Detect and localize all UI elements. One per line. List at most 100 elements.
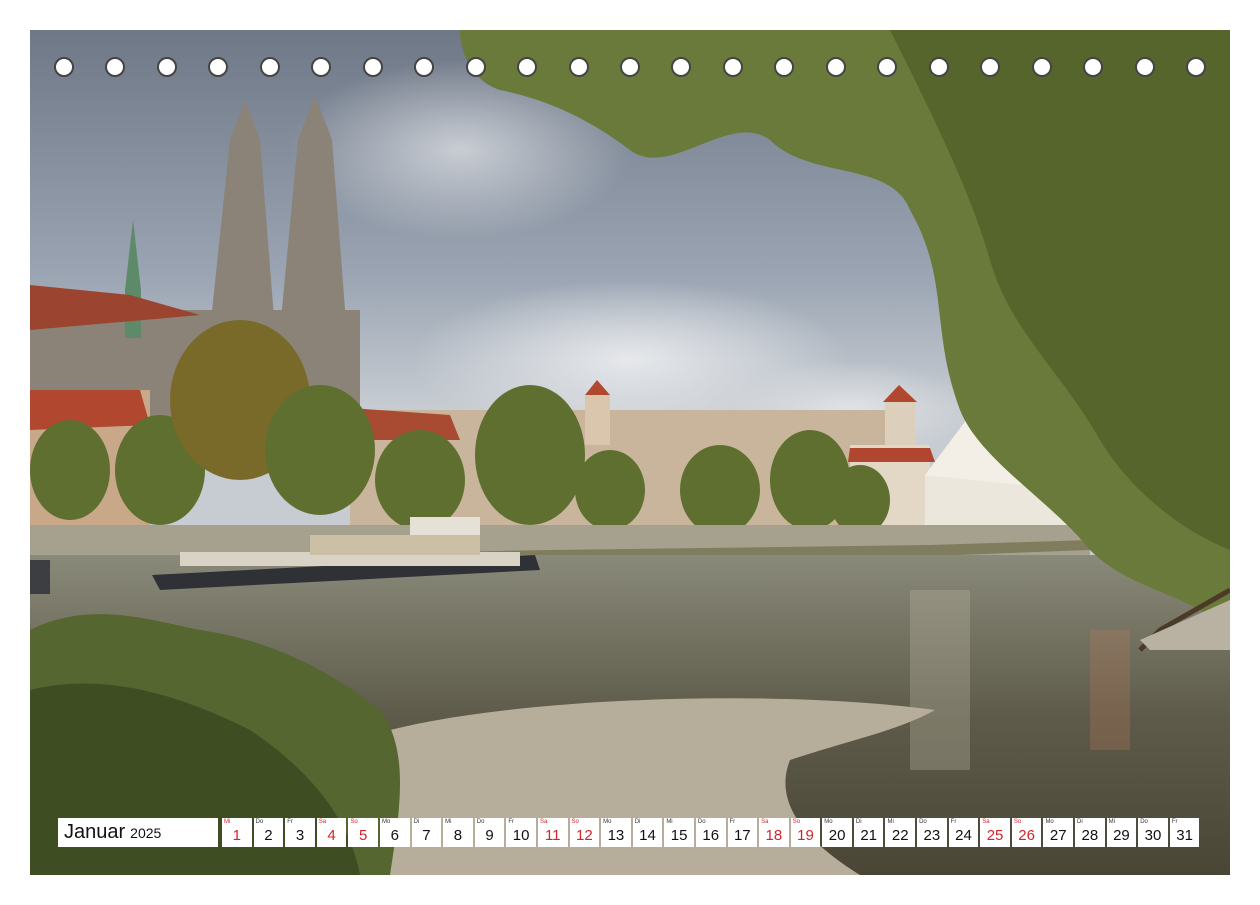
day-number: 12 [575, 827, 593, 844]
day-number: 21 [860, 827, 878, 844]
day-number: 24 [955, 827, 972, 844]
day-number: 8 [453, 827, 463, 844]
weekday-label: Mi [887, 819, 894, 825]
day-number: 22 [891, 827, 909, 844]
day-number: 16 [702, 827, 720, 844]
day-cell: Mi 22 [885, 818, 916, 847]
day-number: 5 [359, 827, 368, 844]
day-number: 13 [607, 827, 625, 844]
day-cell: So 19 [790, 818, 821, 847]
day-number: 27 [1049, 827, 1067, 844]
weekday-label: Sa [318, 819, 327, 825]
day-cell: Do 23 [917, 818, 947, 847]
weekday-label: Mi [1108, 819, 1115, 825]
weekday-label: Di [634, 819, 641, 825]
weekday-label: Mi [224, 819, 231, 825]
day-cell: Di 21 [853, 818, 884, 847]
day-cell: Di 14 [632, 818, 663, 847]
day-cell: Sa 18 [759, 818, 789, 847]
weekday-label: Sa [539, 819, 548, 825]
day-cell: Fr 24 [948, 818, 979, 847]
weekday-label: Fr [287, 819, 293, 825]
day-number: 19 [797, 827, 814, 844]
weekday-label: So [350, 819, 358, 825]
day-number: 9 [485, 827, 494, 844]
day-cell: Do 30 [1138, 818, 1168, 847]
day-cell: Do 16 [695, 818, 726, 847]
day-number: 30 [1144, 827, 1162, 844]
day-number: 29 [1113, 827, 1130, 844]
day-number: 18 [765, 827, 783, 844]
day-cell: Mo 6 [379, 818, 410, 847]
month-name: Januar [64, 821, 126, 843]
day-number: 15 [670, 827, 688, 844]
day-cell: Mo 27 [1043, 818, 1074, 847]
weekday-label: Di [1077, 819, 1083, 825]
moored-boat [30, 560, 50, 594]
day-cells: Mi 1 Do 2 Fr 3 Sa 4 So 5 Mo 6 Di 7 Mi 8 Do 9 Fr 10 Sa 11 So 12 M… [222, 818, 1200, 847]
weekday-label: Di [413, 819, 420, 825]
day-number: 7 [422, 827, 431, 844]
weekday-label: Mo [603, 819, 612, 825]
weekday-label: Do [476, 819, 485, 825]
weekday-label: Fr [950, 819, 957, 825]
day-cell: So 5 [348, 818, 378, 847]
day-number: 6 [390, 827, 399, 844]
day-cell: Sa 25 [980, 818, 1010, 847]
weekday-label: So [792, 819, 801, 825]
weekday-label: Sa [982, 819, 990, 825]
weekday-label: Do [1140, 819, 1148, 825]
day-number: 1 [232, 827, 241, 844]
day-cell: Sa 4 [316, 818, 347, 847]
day-number: 14 [639, 827, 656, 844]
day-cell: Fr 31 [1169, 818, 1200, 847]
day-cell: Fr 10 [506, 818, 536, 847]
day-number: 23 [923, 827, 941, 844]
day-cell: Mi 8 [443, 818, 473, 847]
weekday-label: Do [697, 819, 706, 825]
month-year: 2025 [130, 824, 162, 841]
day-number: 17 [733, 827, 751, 844]
weekday-label: Di [855, 819, 862, 825]
day-cell: Di 7 [411, 818, 442, 847]
calendar-photo [30, 30, 1230, 875]
month-label: Januar 2025 [58, 818, 218, 847]
weekday-label: Fr [729, 819, 736, 825]
day-number: 28 [1081, 827, 1099, 844]
day-number: 26 [1018, 827, 1035, 844]
weekday-label: Sa [761, 819, 769, 825]
day-cell: Mo 20 [822, 818, 852, 847]
day-number: 4 [327, 827, 336, 844]
day-number: 31 [1176, 827, 1193, 844]
weekday-label: Mo [381, 819, 391, 825]
day-cell: Fr 17 [727, 818, 758, 847]
calendar-strip: Januar 2025 Mi 1 Do 2 Fr 3 Sa 4 So 5 Mo 6 Di 7 Mi 8 Do 9 F… [58, 818, 1200, 847]
day-cell: Sa 11 [537, 818, 568, 847]
day-number: 10 [512, 827, 530, 844]
weekday-label: Mo [824, 819, 833, 825]
day-cell: Do 9 [474, 818, 505, 847]
reflection [1090, 630, 1130, 750]
reflection [910, 590, 970, 770]
weekday-label: Mi [445, 819, 452, 825]
day-cell: Mi 15 [664, 818, 694, 847]
day-cell: Mi 1 [222, 818, 252, 847]
weekday-label: Do [919, 819, 927, 825]
weekday-label: So [1013, 819, 1022, 825]
day-cell: So 12 [569, 818, 600, 847]
day-number: 20 [828, 827, 846, 844]
day-cell: Di 28 [1075, 818, 1105, 847]
day-number: 25 [986, 827, 1004, 844]
day-cell: Do 2 [253, 818, 284, 847]
day-number: 3 [295, 827, 305, 844]
weekday-label: Fr [1171, 819, 1178, 825]
weekday-label: Do [255, 819, 264, 825]
weekday-label: Fr [508, 819, 515, 825]
day-number: 2 [264, 827, 273, 844]
weekday-label: Mo [1045, 819, 1054, 825]
day-cell: Mo 13 [601, 818, 631, 847]
weekday-label: So [571, 819, 579, 825]
day-cell: So 26 [1011, 818, 1042, 847]
weekday-label: Mi [666, 819, 673, 825]
day-number: 11 [544, 827, 561, 844]
